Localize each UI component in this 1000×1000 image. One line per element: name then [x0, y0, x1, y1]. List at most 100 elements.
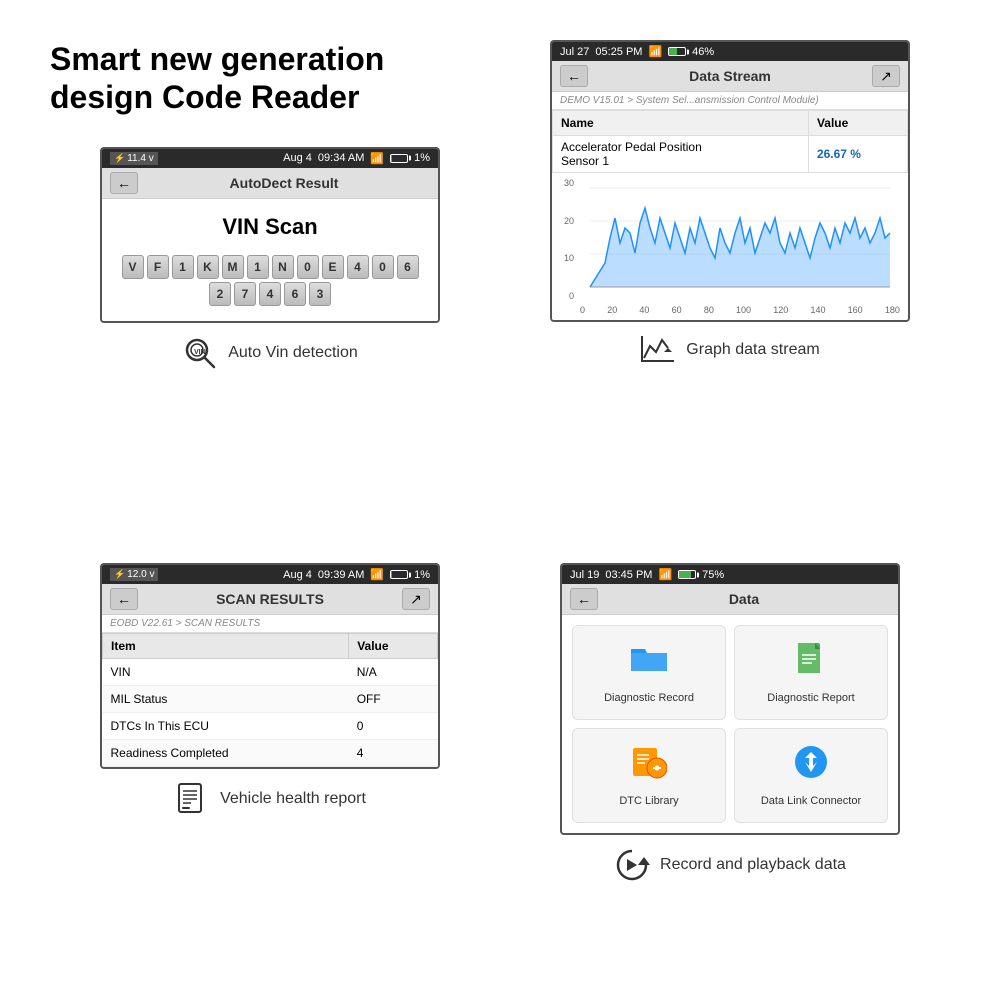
scanresults-export-btn[interactable]: ↗ — [402, 588, 430, 610]
vin-char: 0 — [372, 255, 394, 279]
vin-chars: V F 1 K M 1 N 0 E 4 0 6 2 7 4 6 3 — [117, 255, 423, 306]
data-status-bar: Jul 19 03:45 PM 📶 75% — [562, 565, 898, 584]
vin-char: E — [322, 255, 344, 279]
datastream-row: Accelerator Pedal PositionSensor 1 26.67… — [553, 136, 908, 173]
datastream-status-bar: Jul 27 05:25 PM 📶 46% — [552, 42, 908, 61]
dtc-library-item[interactable]: DTC Library — [572, 728, 726, 823]
autodect-status-bar: ⚡ 11.4 v Aug 4 09:34 AM 📶 1% — [102, 149, 438, 168]
scan-col-item: Item — [103, 634, 349, 659]
data-panel: Jul 19 03:45 PM 📶 75% ← Data — [500, 553, 960, 970]
data-link-connector-label: Data Link Connector — [761, 795, 861, 807]
autodect-panel: ⚡ 11.4 v Aug 4 09:34 AM 📶 1% ← AutoDect … — [40, 137, 500, 554]
chart-y-0: 0 — [560, 291, 574, 301]
health-feature-label: Vehicle health report — [174, 781, 366, 817]
datastream-export-btn[interactable]: ↗ — [872, 65, 900, 87]
main-title: Smart new generation design Code Reader — [50, 40, 500, 117]
chart-y-30: 30 — [560, 178, 574, 188]
datastream-cell-value: 26.67 % — [808, 136, 907, 173]
vin-char: M — [222, 255, 244, 279]
chart-x-0: 0 — [580, 305, 585, 315]
scanresults-nav: ← SCAN RESULTS ↗ — [102, 584, 438, 615]
vin-char: N — [272, 255, 294, 279]
vin-char: 6 — [397, 255, 419, 279]
chart-x-40: 40 — [639, 305, 649, 315]
chart-x-180: 180 — [885, 305, 900, 315]
health-report-icon — [174, 781, 210, 817]
datastream-back-btn[interactable]: ← — [560, 65, 588, 87]
scan-row-readiness: Readiness Completed 4 — [103, 740, 438, 767]
graph-feature-text: Graph data stream — [686, 341, 819, 359]
autodect-back-btn[interactable]: ← — [110, 172, 138, 194]
scan-results-table: Item Value VIN N/A MIL Status OFF DTCs I… — [102, 633, 438, 767]
chart-y-10: 10 — [560, 253, 574, 263]
vin-feature-label: VIN Auto Vin detection — [182, 335, 358, 371]
folder-icon — [629, 641, 669, 684]
chart-x-140: 140 — [810, 305, 825, 315]
vin-char: 0 — [297, 255, 319, 279]
vin-label: VIN Scan — [117, 214, 423, 240]
data-menu-grid: Diagnostic Record Diagnos — [562, 615, 898, 833]
chart-x-20: 20 — [607, 305, 617, 315]
scan-row-dtcs: DTCs In This ECU 0 — [103, 713, 438, 740]
chart-x-160: 160 — [848, 305, 863, 315]
datastream-col-value: Value — [808, 111, 907, 136]
autodect-nav-title: AutoDect Result — [138, 175, 430, 191]
data-nav-title: Data — [598, 591, 890, 607]
datastream-col-name: Name — [553, 111, 809, 136]
chart-y-20: 20 — [560, 216, 574, 226]
datastream-nav-title: Data Stream — [588, 68, 872, 84]
graph-feature-label: Graph data stream — [640, 332, 819, 368]
autodect-nav: ← AutoDect Result — [102, 168, 438, 199]
scan-row-vin: VIN N/A — [103, 659, 438, 686]
scanresults-nav-title: SCAN RESULTS — [138, 591, 402, 607]
diagnostic-report-item[interactable]: Diagnostic Report — [734, 625, 888, 720]
dtc-library-label: DTC Library — [619, 795, 678, 807]
vin-char: 2 — [209, 282, 231, 306]
scanresults-breadcrumb: EOBD V22.61 > SCAN RESULTS — [102, 615, 438, 633]
scanresults-frame: ⚡ 12.0 v Aug 4 09:39 AM 📶 1% ← SCAN RESU… — [100, 563, 440, 769]
vin-char: 7 — [234, 282, 256, 306]
health-feature-text: Vehicle health report — [220, 790, 366, 808]
chart-x-100: 100 — [736, 305, 751, 315]
vin-char: 4 — [347, 255, 369, 279]
chart-x-120: 120 — [773, 305, 788, 315]
vin-char: 1 — [247, 255, 269, 279]
playback-feature-text: Record and playback data — [660, 856, 846, 874]
datastream-panel: Jul 27 05:25 PM 📶 46% ← Data Stream ↗ DE… — [500, 30, 960, 553]
vin-char: 1 — [172, 255, 194, 279]
datastream-nav: ← Data Stream ↗ — [552, 61, 908, 92]
scanresults-panel: ⚡ 12.0 v Aug 4 09:39 AM 📶 1% ← SCAN RESU… — [40, 553, 500, 970]
datastream-table: Name Value Accelerator Pedal PositionSen… — [552, 110, 908, 173]
autodect-voltage: ⚡ 11.4 v — [110, 152, 158, 165]
data-link-connector-item[interactable]: Data Link Connector — [734, 728, 888, 823]
datastream-frame: Jul 27 05:25 PM 📶 46% ← Data Stream ↗ DE… — [550, 40, 910, 322]
diagnostic-record-item[interactable]: Diagnostic Record — [572, 625, 726, 720]
vin-char: 6 — [284, 282, 306, 306]
scanresults-back-btn[interactable]: ← — [110, 588, 138, 610]
diagnostic-record-label: Diagnostic Record — [604, 692, 694, 704]
svg-text:VIN: VIN — [194, 349, 206, 356]
chart-x-60: 60 — [672, 305, 682, 315]
vin-feature-text: Auto Vin detection — [228, 344, 358, 362]
data-nav: ← Data — [562, 584, 898, 615]
chart-x-80: 80 — [704, 305, 714, 315]
playback-feature-label: Record and playback data — [614, 847, 846, 883]
vin-char: K — [197, 255, 219, 279]
autodect-frame: ⚡ 11.4 v Aug 4 09:34 AM 📶 1% ← AutoDect … — [100, 147, 440, 323]
datastream-cell-name: Accelerator Pedal PositionSensor 1 — [553, 136, 809, 173]
vin-char: 4 — [259, 282, 281, 306]
playback-icon — [614, 847, 650, 883]
title-section: Smart new generation design Code Reader — [40, 30, 500, 137]
scan-col-value: Value — [349, 634, 438, 659]
data-frame: Jul 19 03:45 PM 📶 75% ← Data — [560, 563, 900, 835]
dtc-icon — [631, 744, 667, 787]
scanresults-status-bar: ⚡ 12.0 v Aug 4 09:39 AM 📶 1% — [102, 565, 438, 584]
diagnostic-report-label: Diagnostic Report — [767, 692, 854, 704]
vin-content: VIN Scan V F 1 K M 1 N 0 E 4 0 6 2 7 4 — [102, 199, 438, 321]
doc-icon — [793, 641, 829, 684]
scan-row-mil: MIL Status OFF — [103, 686, 438, 713]
data-back-btn[interactable]: ← — [570, 588, 598, 610]
vin-char: 3 — [309, 282, 331, 306]
connector-icon — [793, 744, 829, 787]
graph-icon — [640, 332, 676, 368]
